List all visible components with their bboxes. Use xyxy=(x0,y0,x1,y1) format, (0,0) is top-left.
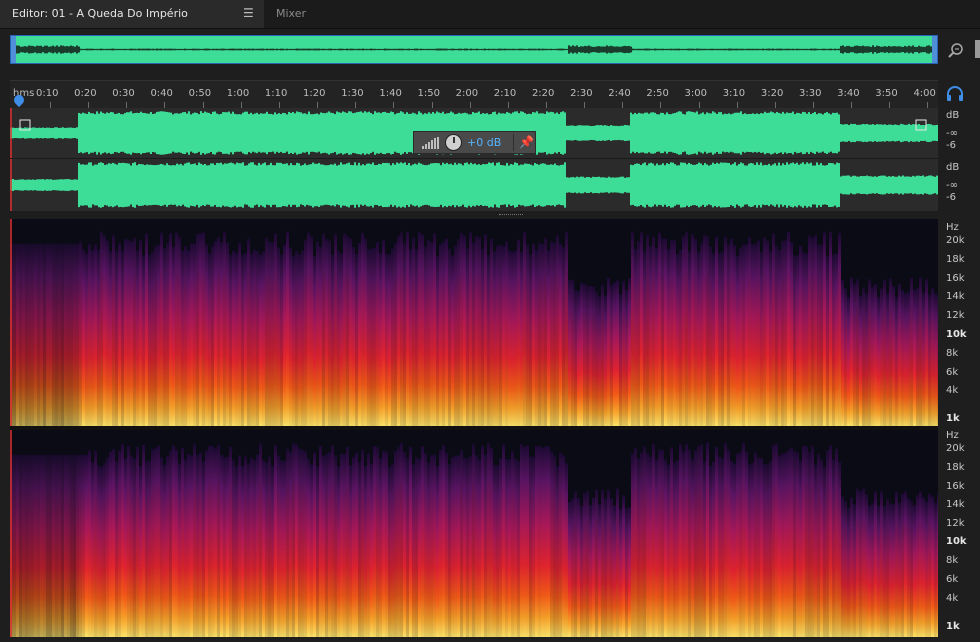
hz-unit-label: Hz xyxy=(946,430,959,441)
volume-value[interactable]: +0 dB xyxy=(467,136,501,149)
waveform-display[interactable] xyxy=(10,108,938,211)
tab-menu-icon[interactable]: ☰ xyxy=(243,0,254,28)
spectrogram-channel-1 xyxy=(10,231,938,426)
hz-unit-label: Hz xyxy=(946,222,959,233)
hz-label: 4k xyxy=(946,385,959,396)
hz-label: 1k xyxy=(946,621,960,632)
hz-label: 10k xyxy=(946,536,967,547)
splitter-grip[interactable] xyxy=(499,214,523,217)
timeline-tick-label: 0:10 xyxy=(36,88,59,99)
timeline-tick-label: 0:40 xyxy=(150,88,173,99)
waveform-channels xyxy=(10,108,938,211)
channel-divider xyxy=(10,158,938,159)
hz-label: 1k xyxy=(946,413,960,424)
timeline-tick-label: 3:30 xyxy=(799,88,822,99)
timeline-tick-label: 0:50 xyxy=(188,88,212,99)
timeline-tick-label: 2:20 xyxy=(531,88,555,99)
db-label: -6 xyxy=(946,140,956,151)
timeline-ruler[interactable]: hms 0:10 0:20 0:30 0:40 0:50 1:00 1:10 1:20 1:30… xyxy=(10,80,938,109)
hz-label: 8k xyxy=(946,555,959,566)
hz-label: 14k xyxy=(946,291,965,302)
hz-label: 6k xyxy=(946,367,959,378)
timeline-tick-label: 2:40 xyxy=(608,88,631,99)
timeline-tick-label: 1:30 xyxy=(341,88,364,99)
view-splitter[interactable] xyxy=(10,211,938,219)
hz-label: 20k xyxy=(946,443,965,454)
timeline-tick-label: 1:00 xyxy=(226,88,250,99)
hz-label: 12k xyxy=(946,310,965,321)
timeline-tick-label: 3:10 xyxy=(722,88,746,99)
hz-label: 18k xyxy=(946,462,965,473)
level-meter-icon xyxy=(422,137,439,149)
db-unit-label: dB xyxy=(946,110,960,121)
overview-left-handle[interactable] xyxy=(11,36,16,63)
timeline-tick-label: 2:30 xyxy=(570,88,593,99)
timeline-tick-label: 3:50 xyxy=(875,88,898,99)
timeline-tick-label: 4:00 xyxy=(913,88,936,99)
zoom-icon[interactable] xyxy=(946,40,966,60)
timeline-tick-label: 1:50 xyxy=(417,88,440,99)
volume-hud[interactable]: +0 dB 📌 xyxy=(413,131,536,154)
timeline-tick-label: 1:10 xyxy=(264,88,288,99)
overview-right-handle[interactable] xyxy=(932,36,937,63)
overview-waveform xyxy=(11,36,937,63)
tab-mixer-label: Mixer xyxy=(276,7,307,20)
headphones-icon[interactable] xyxy=(946,86,964,102)
hz-label: 8k xyxy=(946,348,959,359)
timeline-tick-label: 1:40 xyxy=(379,88,402,99)
hz-label: 16k xyxy=(946,273,965,284)
spectral-frequency-display[interactable] xyxy=(10,219,938,637)
hz-label: 14k xyxy=(946,499,965,510)
pin-icon[interactable]: 📌 xyxy=(519,135,534,149)
overview-navigator[interactable] xyxy=(10,35,938,64)
timeline-tick-label: 3:00 xyxy=(684,88,708,99)
timeline-tick-label: 3:20 xyxy=(760,88,784,99)
tab-bar: Editor: 01 - A Queda Do Império Celeste.… xyxy=(0,0,980,48)
spectral-channel-divider xyxy=(10,426,938,430)
hz-label: 4k xyxy=(946,593,959,604)
panel-edge-icon[interactable] xyxy=(975,40,980,58)
db-label: -∞ xyxy=(946,128,958,139)
hz-label: 18k xyxy=(946,254,965,265)
spectrogram-channel-2 xyxy=(10,442,938,637)
tab-mixer[interactable]: Mixer xyxy=(264,0,334,28)
timeline-tick-label: 2:00 xyxy=(455,88,479,99)
timeline-tick-label: 0:30 xyxy=(112,88,135,99)
timeline-tick-label: 3:40 xyxy=(837,88,860,99)
volume-knob[interactable] xyxy=(445,134,462,151)
timeline-tick-label: 2:10 xyxy=(493,88,517,99)
timeline-tick-label: 0:20 xyxy=(74,88,97,99)
db-label: -∞ xyxy=(946,180,958,191)
hz-label: 20k xyxy=(946,235,965,246)
db-unit-label: dB xyxy=(946,162,960,173)
timeline-tick-label: 1:20 xyxy=(303,88,326,99)
hz-label: 16k xyxy=(946,481,965,492)
hz-label: 12k xyxy=(946,518,965,529)
hud-divider xyxy=(513,134,514,151)
hz-label: 6k xyxy=(946,574,959,585)
waveform-channel-2 xyxy=(10,162,938,208)
spectrogram xyxy=(10,219,938,637)
tab-editor[interactable]: Editor: 01 - A Queda Do Império Celeste.… xyxy=(0,0,264,48)
timeline-tick-label: 2:50 xyxy=(646,88,669,99)
hz-label: 10k xyxy=(946,329,967,340)
frequency-ruler: Hz 20k 18k 16k 14k 12k 10k 8k 6k 4k 1k H… xyxy=(940,219,980,637)
db-label: -6 xyxy=(946,192,956,203)
amplitude-ruler: dB -∞ -6 dB -∞ -6 xyxy=(940,108,980,211)
